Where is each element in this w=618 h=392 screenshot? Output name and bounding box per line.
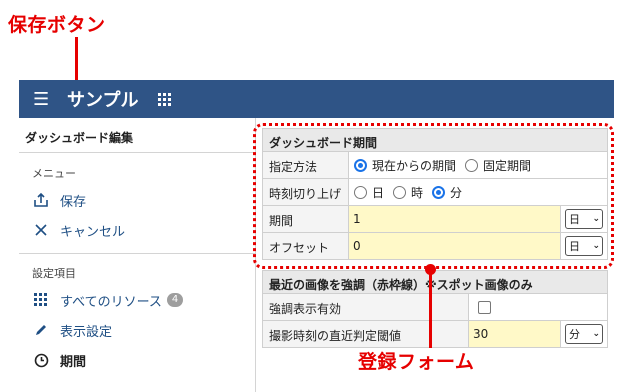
clock-icon xyxy=(32,351,50,369)
callout-pointer-line xyxy=(429,270,432,348)
save-icon xyxy=(32,191,50,209)
app-grid-icon[interactable] xyxy=(158,92,172,106)
highlight-form: 最近の画像を強調（赤枠線）※スポット画像のみ 強調表示有効 撮影時刻の直近判定閾… xyxy=(262,270,608,348)
app-title: サンプル xyxy=(67,90,139,111)
enable-checkbox[interactable] xyxy=(478,300,491,314)
enable-label: 強調表示有効 xyxy=(263,294,469,320)
page: 保存ボタン ☰ サンプル ダッシュボード編集 メニュー 保存 キャンセル 設定項… xyxy=(0,0,618,392)
chevron-down-icon: ⌄ xyxy=(592,329,600,339)
sidebar-item-all-resources[interactable]: すべてのリソース 4 xyxy=(19,285,255,315)
sidebar-item-label: 表示設定 xyxy=(60,324,113,340)
count-badge: 4 xyxy=(166,293,184,307)
threshold-unit-value: 分 xyxy=(569,328,580,341)
sidebar-section-menu: メニュー xyxy=(32,167,76,180)
save-button[interactable]: 保存 xyxy=(19,185,255,215)
form-highlight-frame xyxy=(253,123,614,269)
threshold-unit-cell: 分 ⌄ xyxy=(561,321,607,347)
threshold-input[interactable]: 30 xyxy=(469,321,561,347)
form-callout: 登録フォーム xyxy=(358,351,475,373)
sidebar-heading: ダッシュボード編集 xyxy=(19,118,255,153)
pencil-icon xyxy=(32,321,50,339)
sidebar: ダッシュボード編集 メニュー 保存 キャンセル 設定項目 すべてのリソース 4 … xyxy=(19,118,256,392)
grid-icon xyxy=(32,291,50,309)
save-button-callout: 保存ボタン xyxy=(8,14,106,36)
sidebar-item-display-settings[interactable]: 表示設定 xyxy=(19,315,255,345)
sidebar-item-period[interactable]: 期間 xyxy=(19,345,255,375)
sidebar-item-label: すべてのリソース xyxy=(60,294,162,310)
sidebar-item-label: 期間 xyxy=(60,354,87,370)
highlight-form-title: 最近の画像を強調（赤枠線）※スポット画像のみ xyxy=(262,270,608,294)
cancel-button-label: キャンセル xyxy=(60,224,126,240)
app-header: ☰ サンプル xyxy=(19,80,614,118)
sidebar-divider xyxy=(19,253,256,254)
enable-cell xyxy=(469,294,607,320)
threshold-unit-select[interactable]: 分 ⌄ xyxy=(565,324,603,344)
hamburger-menu-icon[interactable]: ☰ xyxy=(33,89,53,110)
cancel-button[interactable]: キャンセル xyxy=(19,215,255,245)
threshold-row: 撮影時刻の直近判定閾値 30 分 ⌄ xyxy=(262,321,608,348)
save-button-label: 保存 xyxy=(60,194,87,210)
enable-row: 強調表示有効 xyxy=(262,294,608,321)
close-icon xyxy=(32,221,50,239)
sidebar-section-settings: 設定項目 xyxy=(32,267,76,280)
threshold-label: 撮影時刻の直近判定閾値 xyxy=(263,321,469,347)
